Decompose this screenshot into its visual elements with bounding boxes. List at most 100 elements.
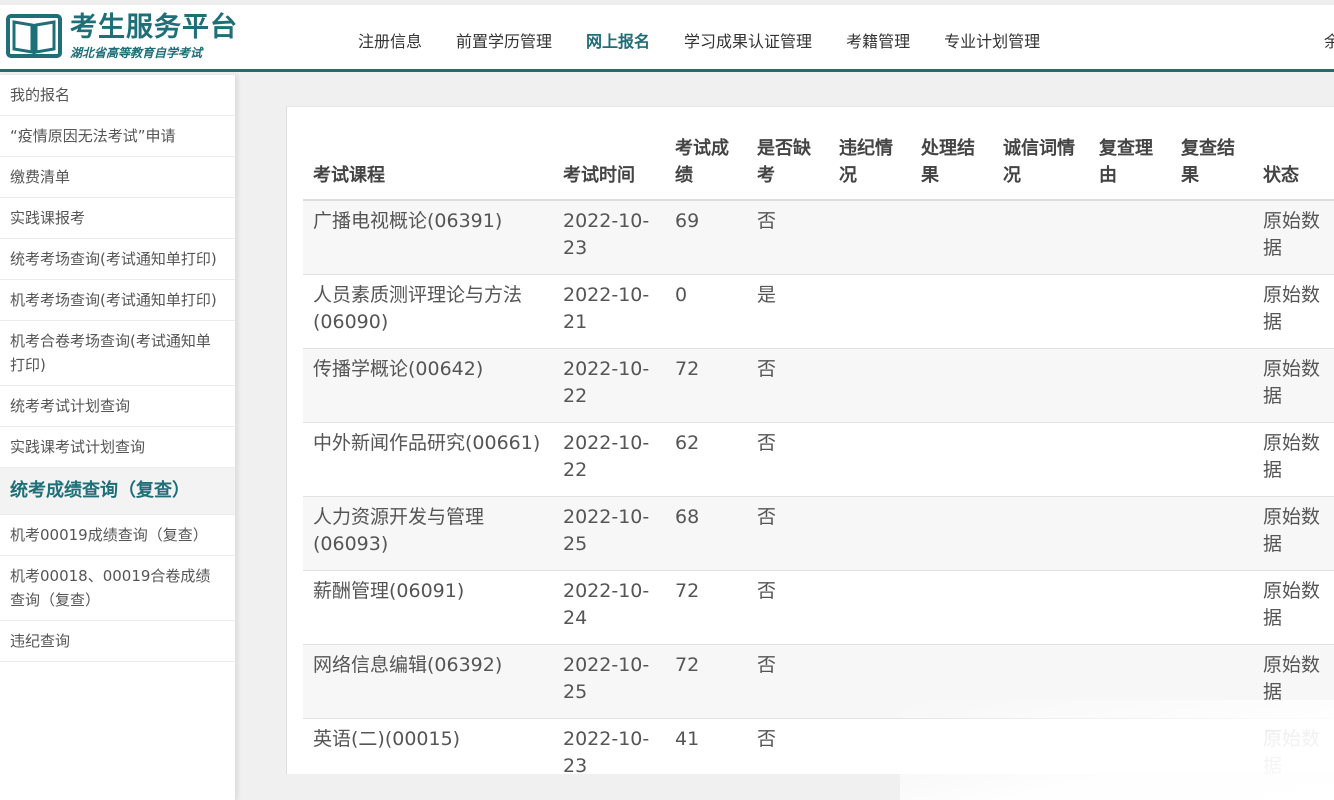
table-cell bbox=[1089, 570, 1171, 645]
table-body: 广播电视概论(06391) 2022-10-23 69 否原始数据 人员素质测评理论与方… bbox=[303, 200, 1334, 774]
sidebar-item-3[interactable]: 实践课报考 bbox=[0, 198, 235, 239]
top-header: 考生服务平台 湖北省高等教育自学考试 注册信息 前置学历管理 网上报名 学习成果认证管… bbox=[0, 0, 1334, 72]
table-cell: 原始数据 bbox=[1253, 496, 1334, 571]
results-panel: 考试课程 考试时间 考试成绩 是否缺考 违纪情况 处理结果 诚信词情况 复查理由 复查结果 状态 … bbox=[286, 106, 1334, 774]
table-row: 传播学概论(00642) 2022-10-22 72 否 原始数据 bbox=[303, 348, 1334, 423]
table-cell: 2022-10-22 bbox=[553, 422, 665, 497]
sidebar-item-9[interactable]: 统考成绩查询（复查） bbox=[0, 468, 235, 515]
table-cell: 原始数据 bbox=[1253, 570, 1334, 645]
sidebar-item-1[interactable]: “疫情原因无法考试”申请 bbox=[0, 116, 235, 157]
table-cell: 广播电视概论(06391) bbox=[303, 200, 553, 275]
sidebar-item-10[interactable]: 机考00019成绩查询（复查） bbox=[0, 515, 235, 556]
table-cell bbox=[1171, 496, 1253, 571]
column-header-2: 考试成绩 bbox=[665, 131, 747, 201]
table-cell bbox=[1171, 348, 1253, 423]
table-row: 英语(二)(00015) 2022-10-23 41 否 原始数据 bbox=[303, 718, 1334, 774]
table-cell: 人力资源开发与管理(06093) bbox=[303, 496, 553, 571]
table-cell: 原始数据 bbox=[1253, 348, 1334, 423]
table-cell: 72 bbox=[665, 644, 747, 719]
column-header-4: 违纪情况 bbox=[829, 131, 911, 201]
table-cell bbox=[1089, 644, 1171, 719]
table-cell bbox=[829, 274, 911, 349]
table-cell bbox=[911, 274, 993, 349]
table-row: 网络信息编辑(06392) 2022-10-25 72 否 原始数据 bbox=[303, 644, 1334, 719]
sidebar-item-7[interactable]: 统考考试计划查询 bbox=[0, 386, 235, 427]
nav-item-5[interactable]: 专业计划管理 bbox=[944, 28, 1040, 52]
table-cell: 否 bbox=[747, 496, 829, 571]
table-cell bbox=[1171, 422, 1253, 497]
table-row: 薪酬管理(06091) 2022-10-24 72 否 原始数据 bbox=[303, 570, 1334, 645]
sidebar-item-2[interactable]: 缴费清单 bbox=[0, 157, 235, 198]
table-cell bbox=[1171, 718, 1253, 774]
sidebar-item-5[interactable]: 机考考场查询(考试通知单打印) bbox=[0, 280, 235, 321]
header-topline bbox=[0, 0, 1334, 5]
table-cell bbox=[911, 496, 993, 571]
table-cell bbox=[829, 570, 911, 645]
table-cell bbox=[829, 422, 911, 497]
table-cell: 否 bbox=[747, 570, 829, 645]
table-cell: 72 bbox=[665, 570, 747, 645]
column-header-5: 处理结果 bbox=[911, 131, 993, 201]
table-header-row: 考试课程 考试时间 考试成绩 是否缺考 违纪情况 处理结果 诚信词情况 复查理由 复查结果 状态 bbox=[303, 131, 1334, 201]
table-cell: 网络信息编辑(06392) bbox=[303, 644, 553, 719]
column-header-6: 诚信词情况 bbox=[993, 131, 1089, 201]
table-cell: 2022-10-23 bbox=[553, 718, 665, 774]
table-cell: 2022-10-24 bbox=[553, 570, 665, 645]
sidebar-item-6[interactable]: 机考合卷考场查询(考试通知单打印) bbox=[0, 321, 235, 386]
table-cell: 否 bbox=[747, 200, 829, 275]
table-cell bbox=[993, 718, 1089, 774]
table-cell bbox=[993, 348, 1089, 423]
table-cell bbox=[1171, 200, 1253, 275]
sidebar-item-4[interactable]: 统考考场查询(考试通知单打印) bbox=[0, 239, 235, 280]
table-cell: 2022-10-21 bbox=[553, 274, 665, 349]
table-cell bbox=[993, 644, 1089, 719]
table-cell bbox=[993, 422, 1089, 497]
table-cell: 2022-10-25 bbox=[553, 644, 665, 719]
table-row: 人力资源开发与管理(06093) 2022-10-25 68 否 原始数据 bbox=[303, 496, 1334, 571]
column-header-3: 是否缺考 bbox=[747, 131, 829, 201]
table-cell: 英语(二)(00015) bbox=[303, 718, 553, 774]
table-cell bbox=[911, 570, 993, 645]
table-cell: 41 bbox=[665, 718, 747, 774]
table-cell: 否 bbox=[747, 422, 829, 497]
table-cell: 薪酬管理(06091) bbox=[303, 570, 553, 645]
table-row: 广播电视概论(06391) 2022-10-23 69 否 原始数据 bbox=[303, 200, 1334, 275]
table-cell bbox=[1089, 718, 1171, 774]
table-cell: 原始数据 bbox=[1253, 200, 1334, 275]
table-cell: 原始数据 bbox=[1253, 274, 1334, 349]
nav-item-0[interactable]: 注册信息 bbox=[358, 28, 422, 52]
open-book-icon bbox=[6, 14, 62, 58]
nav-item-3[interactable]: 学习成果认证管理 bbox=[684, 28, 812, 52]
logo-subtitle: 湖北省高等教育自学考试 bbox=[70, 46, 203, 60]
table-cell bbox=[993, 496, 1089, 571]
table-cell: 否 bbox=[747, 348, 829, 423]
nav-item-4[interactable]: 考籍管理 bbox=[846, 28, 910, 52]
table-cell: 2022-10-22 bbox=[553, 348, 665, 423]
table-cell bbox=[829, 718, 911, 774]
table-cell: 中外新闻作品研究(00661) bbox=[303, 422, 553, 497]
table-cell: 传播学概论(00642) bbox=[303, 348, 553, 423]
sidebar-item-8[interactable]: 实践课考试计划查询 bbox=[0, 427, 235, 468]
column-header-0: 考试课程 bbox=[303, 131, 553, 201]
table-cell: 2022-10-23 bbox=[553, 200, 665, 275]
table-cell bbox=[911, 348, 993, 423]
nav-item-truncated[interactable]: 余 bbox=[1324, 28, 1334, 52]
table-cell bbox=[1089, 200, 1171, 275]
logo-text: 考生服务平台 湖北省高等教育自学考试 bbox=[70, 13, 238, 61]
nav-item-1[interactable]: 前置学历管理 bbox=[456, 28, 552, 52]
table-cell: 2022-10-25 bbox=[553, 496, 665, 571]
table-cell bbox=[993, 274, 1089, 349]
nav-item-2[interactable]: 网上报名 bbox=[586, 28, 650, 52]
sidebar-item-11[interactable]: 机考00018、00019合卷成绩查询（复查） bbox=[0, 556, 235, 621]
table-cell: 是 bbox=[747, 274, 829, 349]
table-cell bbox=[911, 422, 993, 497]
table-cell bbox=[911, 718, 993, 774]
sidebar-item-12[interactable]: 违纪查询 bbox=[0, 621, 235, 662]
table-cell bbox=[1171, 644, 1253, 719]
table-cell: 原始数据 bbox=[1253, 718, 1334, 774]
table-cell: 68 bbox=[665, 496, 747, 571]
table-cell: 69 bbox=[665, 200, 747, 275]
sidebar-item-0[interactable]: 我的报名 bbox=[0, 75, 235, 116]
site-logo[interactable]: 考生服务平台 湖北省高等教育自学考试 bbox=[6, 12, 238, 62]
table-cell: 原始数据 bbox=[1253, 644, 1334, 719]
